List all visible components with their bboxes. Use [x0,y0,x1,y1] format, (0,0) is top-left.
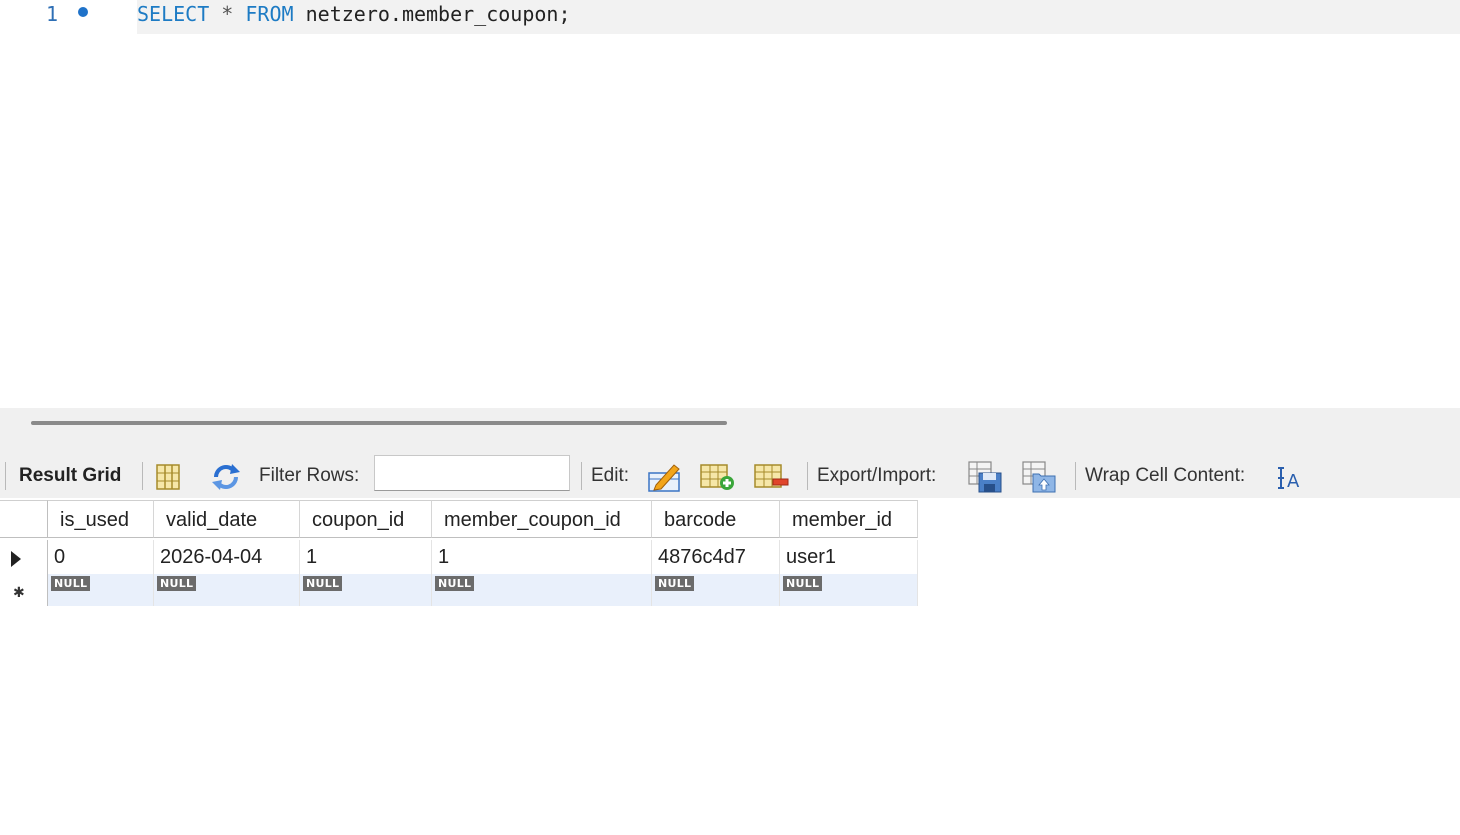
cell-barcode-new[interactable]: NULL [652,574,780,606]
toolbar-separator [581,462,582,490]
null-badge: NULL [303,576,343,591]
result-grid-tab[interactable]: Result Grid [19,456,121,496]
new-row-header[interactable]: ✱ [0,574,48,606]
row-header[interactable] [0,540,48,574]
add-row-icon[interactable] [699,459,735,493]
toolbar-separator [1075,462,1076,490]
toolbar-separator [142,462,143,490]
column-header-is-used[interactable]: is_used [48,500,154,538]
cell-member-coupon-id[interactable]: 1 [432,540,652,574]
null-badge: NULL [655,576,695,591]
cell-member-id-new[interactable]: NULL [780,574,918,606]
null-badge: NULL [783,576,823,591]
edit-label: Edit: [591,465,630,486]
edit-row-icon[interactable] [646,459,682,493]
null-badge: NULL [435,576,475,591]
svg-text:A: A [1287,471,1300,492]
column-header-barcode[interactable]: barcode [652,500,780,538]
toolbar-separator [807,462,808,490]
delete-row-icon[interactable] [753,459,789,493]
code-line[interactable]: SELECT * FROM netzero.member_coupon; [137,0,1460,34]
sql-keyword-select: SELECT [137,2,210,26]
wrap-text-icon[interactable]: A [1274,459,1310,493]
wrap-cell-content-label: Wrap Cell Content: [1085,465,1246,486]
cell-member-id[interactable]: user1 [780,540,918,574]
filter-rows-input[interactable] [374,455,570,491]
import-icon[interactable] [1021,459,1057,493]
line-number: 1 [46,2,59,26]
column-header-coupon-id[interactable]: coupon_id [300,500,432,538]
null-badge: NULL [51,576,91,591]
grid-corner [0,500,48,538]
form-editor-icon[interactable] [151,459,187,493]
cell-valid-date-new[interactable]: NULL [154,574,300,606]
cell-valid-date[interactable]: 2026-04-04 [154,540,300,574]
sql-editor[interactable]: 1 SELECT * FROM netzero.member_coupon; [0,0,1460,408]
export-import-label: Export/Import: [817,465,937,486]
statement-marker-icon [78,7,88,17]
cell-is-used-new[interactable]: NULL [48,574,154,606]
sql-table-name: netzero.member_coupon; [305,2,571,26]
sql-star: * [221,2,234,26]
toolbar-separator [5,462,6,490]
cell-coupon-id[interactable]: 1 [300,540,432,574]
export-icon[interactable] [967,459,1003,493]
new-row-star-icon: ✱ [13,584,25,600]
column-header-member-coupon-id[interactable]: member_coupon_id [432,500,652,538]
current-row-arrow-icon [11,551,21,567]
null-badge: NULL [157,576,197,591]
cell-member-coupon-id-new[interactable]: NULL [432,574,652,606]
column-header-valid-date[interactable]: valid_date [154,500,300,538]
cell-is-used[interactable]: 0 [48,540,154,574]
filter-rows-label: Filter Rows: [259,465,360,486]
column-header-member-id[interactable]: member_id [780,500,918,538]
refresh-icon[interactable] [208,459,244,493]
sql-keyword-from: FROM [245,2,294,26]
cell-barcode[interactable]: 4876c4d7 [652,540,780,574]
cell-coupon-id-new[interactable]: NULL [300,574,432,606]
editor-horizontal-scrollbar[interactable] [31,421,727,425]
result-toolbar: Result Grid Filter Rows: Edit: Export/Im… [0,455,1460,496]
